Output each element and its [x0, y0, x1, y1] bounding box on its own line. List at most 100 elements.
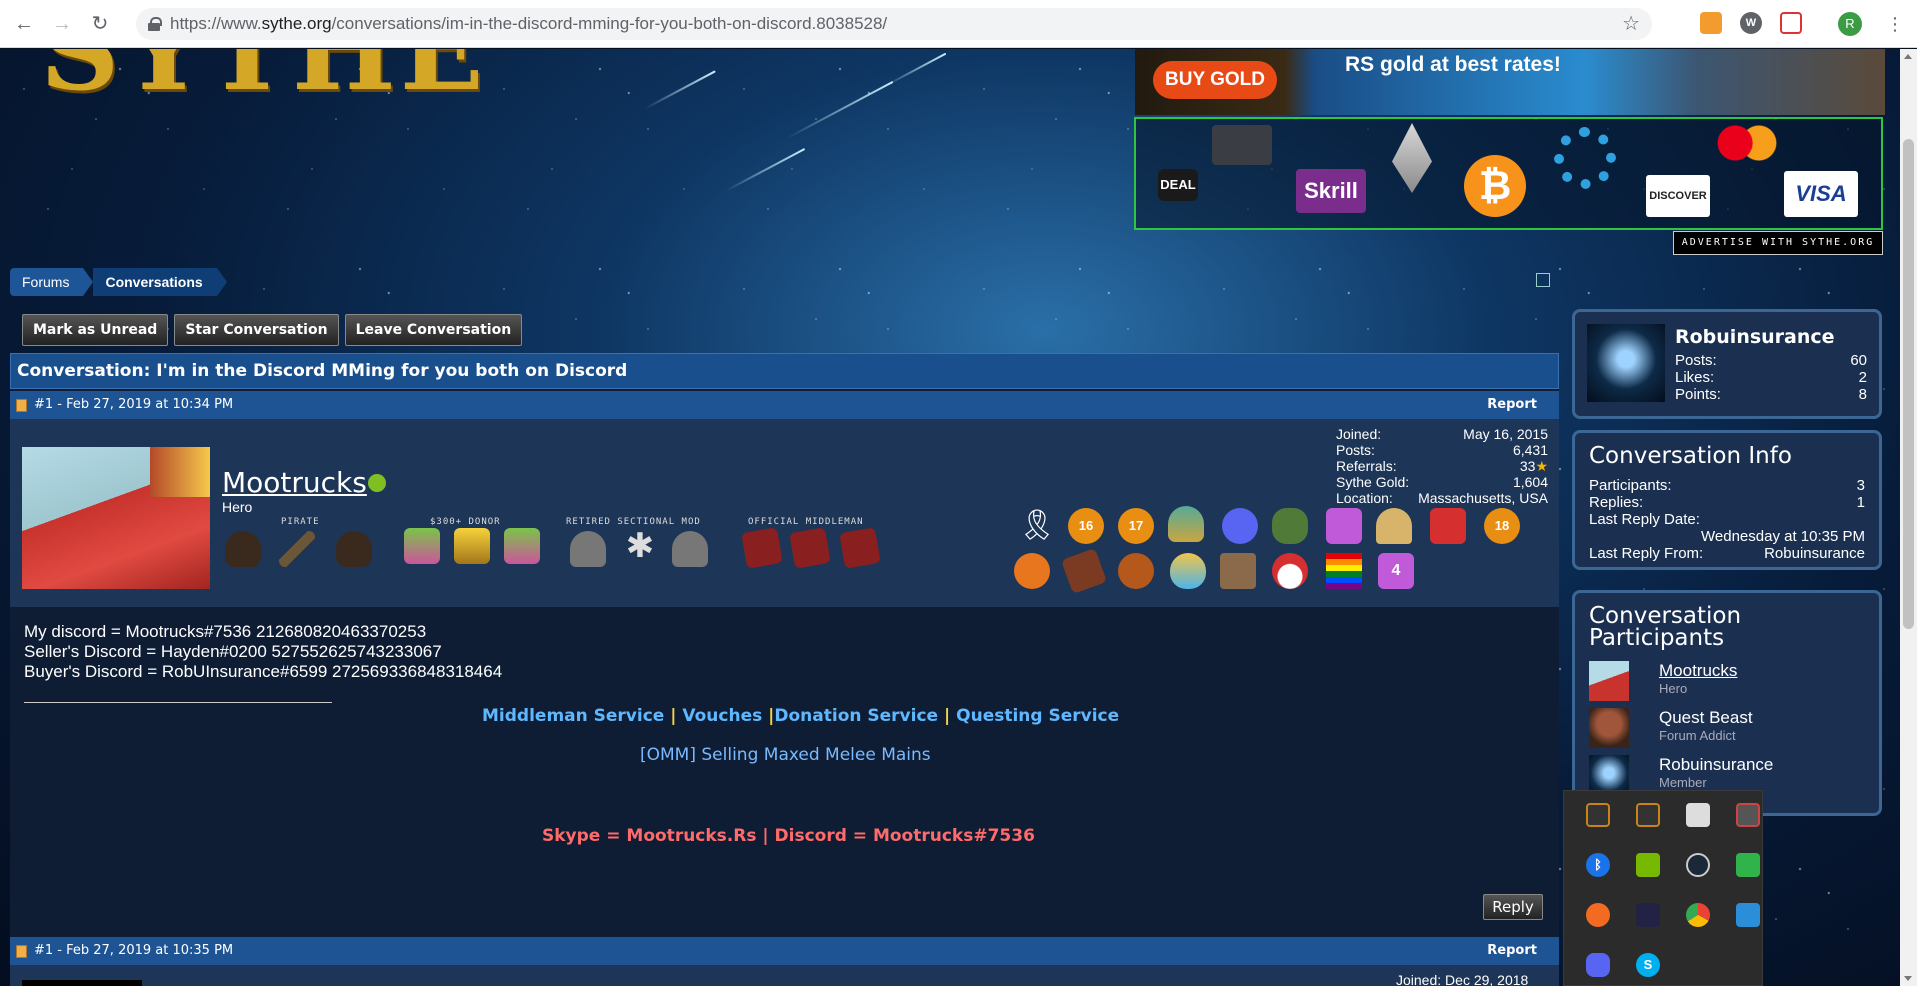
report-link[interactable]: Report — [1487, 937, 1537, 965]
popout-icon[interactable] — [1536, 273, 1550, 287]
participant-name[interactable]: Robuinsurance — [1659, 755, 1773, 775]
avast-icon[interactable] — [1586, 903, 1610, 927]
post-permalink[interactable]: #1 - Feb 27, 2019 at 10:34 PM — [34, 397, 233, 412]
profile-avatar[interactable]: R — [1838, 12, 1862, 36]
bookmark-star-icon[interactable]: ☆ — [1622, 11, 1640, 36]
bluetooth-icon[interactable]: ᛒ — [1586, 853, 1610, 877]
tray-display-icon[interactable] — [1736, 903, 1760, 927]
conversation-info-title: Conversation Info — [1589, 443, 1792, 469]
scrollbar-thumb[interactable] — [1903, 139, 1914, 629]
stealth-logo — [1212, 125, 1272, 165]
pirate-hat-icon — [225, 531, 261, 567]
avatar[interactable] — [1589, 755, 1629, 795]
mark-as-unread-button[interactable]: Mark as Unread — [22, 314, 169, 346]
leave-conversation-button[interactable]: Leave Conversation — [344, 314, 523, 346]
participant-name[interactable]: Quest Beast — [1659, 708, 1753, 728]
extension-pocket-icon[interactable] — [1780, 12, 1802, 34]
vouches-link[interactable]: Vouches — [682, 706, 762, 726]
bitcoin-icon: ₿ — [1464, 155, 1526, 217]
page-scrollbar[interactable] — [1900, 49, 1917, 986]
forward-icon[interactable]: → — [48, 10, 76, 38]
stat-sythe-gold: Sythe Gold: 1,604 — [1336, 474, 1548, 490]
questing-service-link[interactable]: Questing Service — [956, 706, 1119, 726]
buy-gold-button[interactable]: BUY GOLD — [1153, 61, 1277, 99]
chrome-icon[interactable] — [1686, 903, 1710, 927]
middleman-service-link[interactable]: Middleman Service — [482, 706, 664, 726]
scroll-up-arrow-icon[interactable] — [1904, 54, 1912, 59]
back-icon[interactable]: ← — [10, 10, 38, 38]
address-bar[interactable]: https://www.sythe.org/conversations/im-i… — [136, 8, 1652, 40]
pepe-pumpkin-icon — [1014, 553, 1050, 589]
gift-purple-icon — [1326, 508, 1362, 544]
buy-gold-ad-banner[interactable]: BUY GOLD RS gold at best rates! — [1135, 49, 1885, 115]
browser-menu-icon[interactable]: ⋮ — [1886, 12, 1904, 36]
payment-methods-ad[interactable]: DEAL Skrill ₿ DISCOVER VISA — [1134, 117, 1883, 230]
avatar[interactable] — [1589, 708, 1629, 748]
donor-feather-icon — [404, 528, 440, 564]
reload-icon[interactable]: ↻ — [86, 10, 114, 38]
info-replies: Replies: 1 — [1589, 494, 1865, 511]
info-last-reply-date-value: Wednesday at 10:35 PM — [1701, 528, 1865, 545]
avatar[interactable] — [1587, 324, 1665, 402]
steam-icon[interactable] — [1686, 853, 1710, 877]
participants-title: Conversation Participants — [1589, 603, 1742, 651]
separator: | — [670, 706, 677, 726]
extension-bag-icon[interactable] — [1700, 12, 1722, 34]
rank-label-retired-mod: RETIRED SECTIONAL MOD — [566, 517, 701, 527]
tray-app-icon[interactable] — [1636, 803, 1660, 827]
stat-location: Location: Massachusetts, USA — [1336, 490, 1548, 506]
donor-gold-icon — [454, 528, 490, 564]
rainbow-flag-icon — [1326, 553, 1362, 589]
post-body: My discord = Mootrucks#7536 212680820463… — [24, 622, 502, 682]
visitor-panel: Robuinsurance Posts: 60 Likes: 2 Points: 8 — [1572, 309, 1882, 419]
breadcrumb: Forums Conversations — [10, 268, 227, 296]
breadcrumb-forums[interactable]: Forums — [10, 268, 94, 296]
dragon-icon — [1272, 508, 1308, 544]
tray-flag-icon[interactable] — [1686, 803, 1710, 827]
egg-icon — [1170, 553, 1206, 589]
reply-button[interactable]: Reply — [1483, 894, 1543, 920]
avatar[interactable] — [22, 447, 210, 589]
stat-points: Points: 8 — [1675, 386, 1867, 403]
site-logo[interactable]: SYTHE — [40, 49, 488, 106]
league-emblem-icon — [1168, 506, 1204, 542]
body-line: Buyer's Discord = RobUInsurance#6599 272… — [24, 662, 503, 681]
breadcrumb-conversations[interactable]: Conversations — [93, 268, 227, 296]
report-link[interactable]: Report — [1487, 391, 1537, 419]
signature-divider — [24, 702, 332, 703]
user-title: Hero — [222, 499, 253, 515]
message-icon — [16, 399, 27, 412]
stat-joined: Joined: May 16, 2015 — [1336, 426, 1548, 442]
donation-service-link[interactable]: Donation Service — [774, 706, 938, 726]
browser-toolbar: ← → ↻ https://www.sythe.org/conversation… — [0, 0, 1917, 48]
avatar[interactable] — [22, 980, 142, 986]
skype-icon[interactable]: S — [1636, 953, 1660, 977]
signature-thread-link[interactable]: [OMM] Selling Maxed Melee Mains — [640, 745, 931, 765]
conversation-participants-panel: Conversation Participants Mootrucks Hero… — [1572, 590, 1882, 816]
tray-green-shield-icon[interactable] — [1736, 853, 1760, 877]
nvidia-icon[interactable] — [1636, 853, 1660, 877]
stat-referrals: Referrals: 33★ — [1336, 458, 1548, 474]
username-link[interactable]: Mootrucks — [222, 466, 367, 499]
star-conversation-button[interactable]: Star Conversation — [174, 314, 339, 346]
conversation-actions: Mark as Unread Star Conversation Leave C… — [22, 314, 523, 346]
signature-services: Middleman Service | Vouches | Donation Se… — [482, 706, 1119, 726]
post-permalink[interactable]: #1 - Feb 27, 2019 at 10:35 PM — [34, 943, 233, 958]
rank-label-middleman: OFFICIAL MIDDLEMAN — [748, 517, 864, 527]
extension-w-icon[interactable]: W — [1740, 12, 1762, 34]
user-info-bar — [10, 965, 1559, 986]
king-icon — [1220, 553, 1256, 589]
sidebar-username[interactable]: Robuinsurance — [1675, 326, 1835, 348]
url-text[interactable]: https://www.sythe.org/conversations/im-i… — [170, 14, 887, 34]
discord-icon[interactable] — [1586, 953, 1610, 977]
advertise-link[interactable]: ADVERTISE WITH SYTHE.ORG — [1673, 231, 1883, 255]
tray-app-icon[interactable] — [1586, 803, 1610, 827]
tray-dots-icon[interactable] — [1636, 903, 1660, 927]
tray-shield-icon[interactable] — [1736, 803, 1760, 827]
participant-name[interactable]: Mootrucks — [1659, 661, 1737, 681]
scroll-down-arrow-icon[interactable] — [1904, 976, 1912, 981]
system-tray-overflow: ᛒ S — [1563, 790, 1763, 986]
pirate-leg-icon — [279, 531, 315, 567]
participant-title: Member — [1659, 775, 1707, 790]
avatar[interactable] — [1589, 661, 1629, 701]
